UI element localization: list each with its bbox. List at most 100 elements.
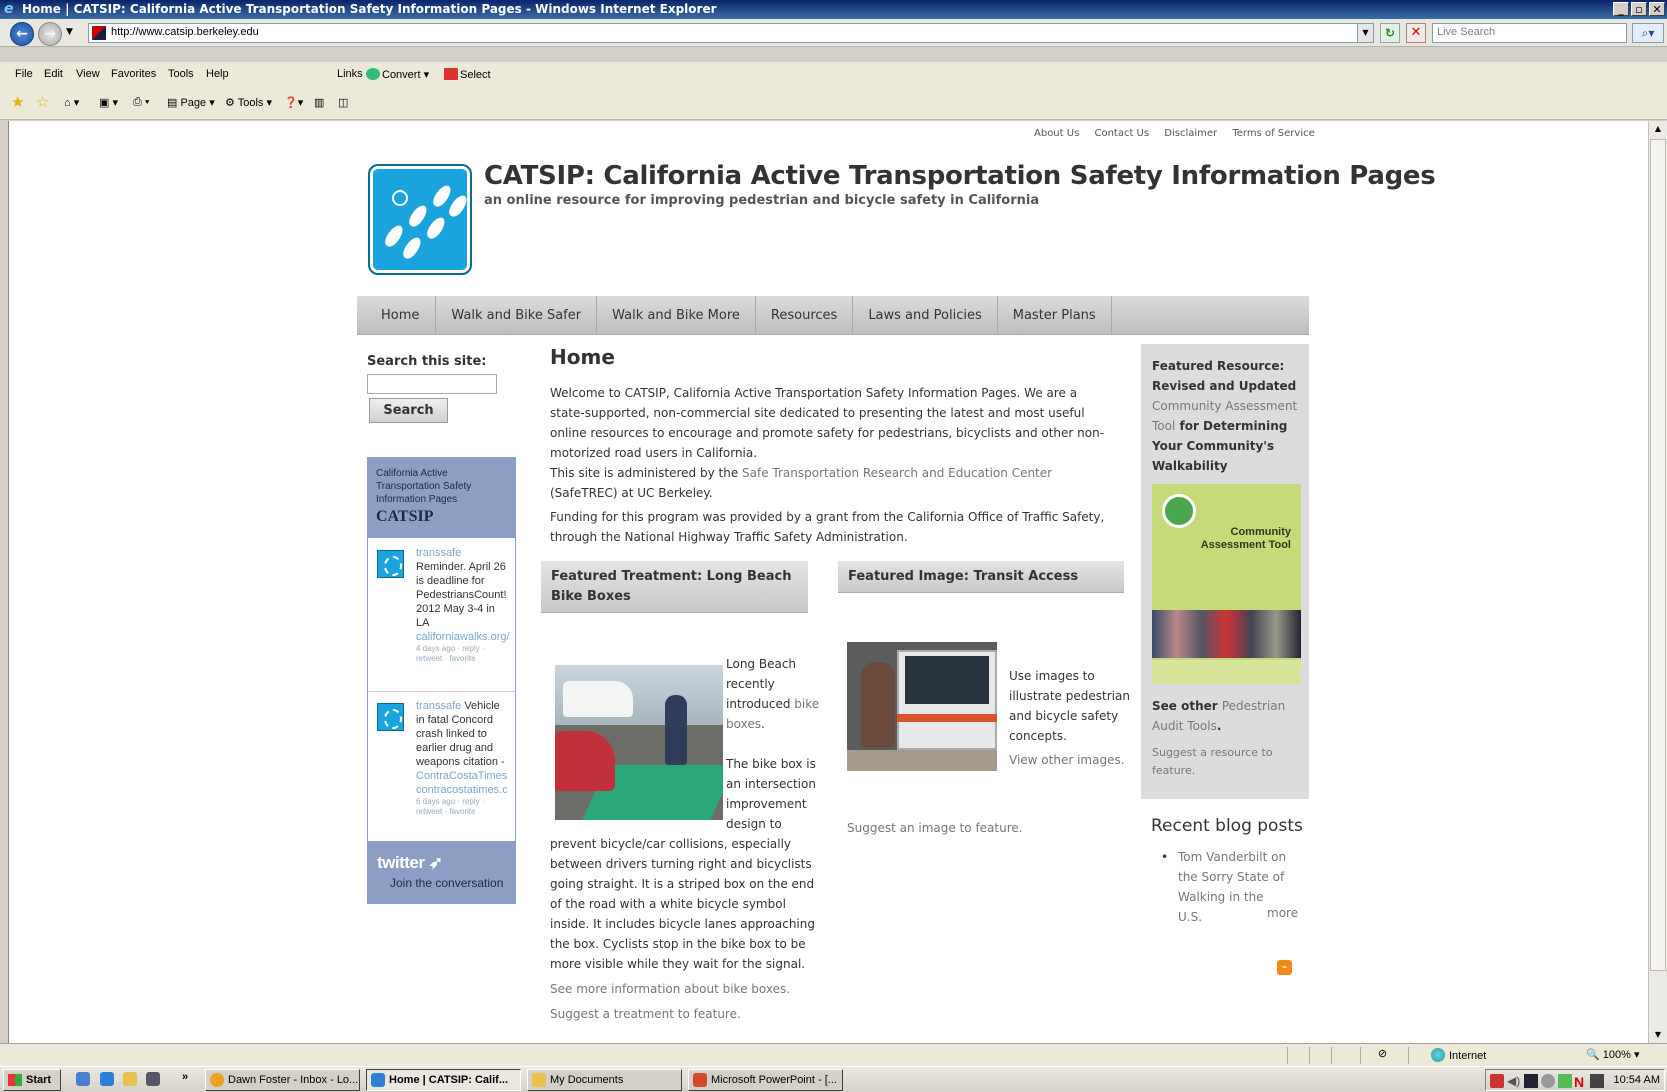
menu-favorites[interactable]: Favorites: [111, 68, 156, 80]
powerpoint-icon: [693, 1073, 707, 1087]
antivirus-icon[interactable]: [1490, 1074, 1504, 1088]
tweet-user-link[interactable]: transsafe: [416, 700, 461, 712]
blog-more-link[interactable]: more: [1267, 906, 1298, 920]
tweet-link-2[interactable]: contracostatimes.c: [416, 783, 511, 797]
task-my-documents[interactable]: My Documents: [527, 1069, 682, 1091]
suggest-resource-link[interactable]: Suggest a resource to feature.: [1152, 744, 1302, 780]
convert-button[interactable]: Convert ▾: [366, 68, 429, 81]
tweet-link[interactable]: californiawalks.org/: [416, 630, 511, 644]
links-label[interactable]: Links: [337, 68, 363, 80]
tweet-user-link[interactable]: transsafe: [416, 546, 511, 560]
restore-button[interactable]: ▫: [1631, 2, 1647, 16]
bullet: •: [1161, 850, 1169, 864]
minimize-button[interactable]: _: [1613, 2, 1629, 16]
nav-resources[interactable]: Resources: [756, 296, 854, 335]
view-other-images-link[interactable]: View other images.: [1009, 750, 1134, 770]
disclaimer-link[interactable]: Disclaimer: [1164, 128, 1217, 139]
quicklaunch-desktop-icon[interactable]: [76, 1072, 90, 1086]
site-search-button[interactable]: Search: [369, 398, 448, 423]
home-icon[interactable]: ⌂ ▾: [64, 96, 79, 109]
transit-access-photo[interactable]: [847, 642, 997, 771]
security-zone[interactable]: Internet: [1431, 1048, 1486, 1062]
bike-box-info-link[interactable]: See more information about bike boxes.: [550, 979, 825, 999]
tray-status-icon[interactable]: [1558, 1074, 1572, 1088]
refresh-button[interactable]: ↻: [1380, 23, 1400, 43]
menu-help[interactable]: Help: [206, 68, 229, 80]
menu-view[interactable]: View: [76, 68, 100, 80]
history-dropdown-icon[interactable]: ▼: [66, 27, 73, 37]
suggest-image-link[interactable]: Suggest an image to feature.: [847, 821, 1023, 835]
help-icon[interactable]: ❓▾: [284, 96, 303, 109]
tray-clock-app-icon[interactable]: [1541, 1074, 1555, 1088]
task-ie-catsip[interactable]: Home | CATSIP: Calif...: [366, 1069, 521, 1091]
toolbar-extra-icon[interactable]: ◫: [338, 96, 348, 109]
back-button[interactable]: ←: [10, 22, 34, 46]
catsip-logo[interactable]: [368, 164, 472, 275]
safetrec-link[interactable]: Safe Transportation Research and Educati…: [742, 466, 1052, 480]
print-icon[interactable]: ⎙ ▾: [133, 96, 149, 109]
close-button[interactable]: ✕: [1649, 2, 1665, 16]
quicklaunch-more-icon[interactable]: »: [182, 1071, 188, 1083]
search-label: Search this site:: [367, 354, 487, 369]
terms-link[interactable]: Terms of Service: [1232, 128, 1314, 139]
nav-home[interactable]: Home: [357, 296, 437, 335]
tweet-meta[interactable]: 4 days ago · reply · retweet · favorite: [416, 644, 511, 664]
twitter-footer[interactable]: twitter ➶ Join the conversation: [368, 841, 515, 903]
nav-laws-and-policies[interactable]: Laws and Policies: [853, 296, 998, 335]
scroll-thumb[interactable]: [1650, 139, 1666, 971]
window-titlebar: e Home | CATSIP: California Active Trans…: [0, 0, 1667, 19]
address-dropdown-icon[interactable]: ▼: [1357, 24, 1373, 42]
join-conversation-link[interactable]: Join the conversation: [390, 876, 503, 890]
quicklaunch-folder-icon[interactable]: [123, 1072, 137, 1086]
address-url[interactable]: http://www.catsip.berkeley.edu: [111, 26, 259, 38]
page-menu[interactable]: ▤ Page ▾: [167, 96, 215, 109]
suggest-treatment-link[interactable]: Suggest a treatment to feature.: [550, 1004, 825, 1024]
volume-icon[interactable]: ◀): [1507, 1074, 1521, 1088]
tray-flag-icon[interactable]: [1590, 1074, 1604, 1088]
magnifier-icon: ⌕▾: [1641, 26, 1655, 40]
taskbar-clock[interactable]: 10:54 AM: [1614, 1074, 1660, 1086]
rss-feed-icon[interactable]: ⌁: [1277, 960, 1292, 975]
nav-master-plans[interactable]: Master Plans: [998, 296, 1112, 335]
popup-blocker-icon[interactable]: ⊘: [1360, 1047, 1404, 1064]
start-button[interactable]: Start: [3, 1069, 61, 1091]
tweet-meta[interactable]: 6 days ago · reply · retweet · favorite: [416, 797, 511, 817]
search-go-button[interactable]: ⌕▾: [1632, 23, 1664, 43]
stop-button[interactable]: ✕: [1406, 23, 1426, 43]
assessment-tool-cover[interactable]: Community Assessment Tool: [1152, 484, 1301, 684]
task-outlook[interactable]: Dawn Foster - Inbox - Lo...: [205, 1069, 360, 1091]
address-bar[interactable]: http://www.catsip.berkeley.edu ▼: [88, 23, 1374, 43]
intro-paragraph: Welcome to CATSIP, California Active Tra…: [550, 386, 1105, 460]
forward-button[interactable]: →: [38, 22, 62, 46]
funding-paragraph: Funding for this program was provided by…: [550, 510, 1105, 544]
tweet-avatar[interactable]: [377, 703, 404, 731]
live-search-input[interactable]: Live Search: [1432, 23, 1627, 43]
tools-menu[interactable]: ⚙ Tools ▾: [225, 96, 272, 109]
nav-walk-and-bike-safer[interactable]: Walk and Bike Safer: [436, 296, 598, 335]
zoom-control[interactable]: 🔍 100% ▾: [1586, 1048, 1639, 1061]
site-search-input[interactable]: [367, 374, 497, 394]
scroll-down-icon[interactable]: ▼: [1649, 1027, 1667, 1043]
select-button[interactable]: Select: [444, 68, 491, 81]
task-powerpoint[interactable]: Microsoft PowerPoint - [...: [688, 1069, 843, 1091]
quicklaunch-ie-icon[interactable]: [100, 1072, 114, 1086]
research-icon[interactable]: ▥: [314, 96, 324, 109]
norton-icon[interactable]: N: [1574, 1074, 1588, 1090]
nav-walk-and-bike-more[interactable]: Walk and Bike More: [597, 296, 756, 335]
menu-file[interactable]: File: [15, 68, 33, 80]
tweet-avatar[interactable]: [377, 550, 404, 578]
top-links: About Us Contact Us Disclaimer Terms of …: [1022, 128, 1315, 139]
about-us-link[interactable]: About Us: [1034, 128, 1079, 139]
tweet-link[interactable]: ContraCostaTimes: [416, 769, 511, 783]
quicklaunch-computer-icon[interactable]: [146, 1072, 160, 1086]
menu-tools[interactable]: Tools: [168, 68, 194, 80]
add-favorites-icon[interactable]: ☆: [36, 93, 49, 111]
vertical-scrollbar[interactable]: ▲ ▼: [1648, 121, 1667, 1043]
contact-us-link[interactable]: Contact Us: [1094, 128, 1149, 139]
menu-edit[interactable]: Edit: [44, 68, 63, 80]
favorites-star-icon[interactable]: ★: [11, 93, 24, 111]
feeds-icon[interactable]: ▣ ▾: [99, 96, 118, 109]
scroll-up-icon[interactable]: ▲: [1649, 121, 1667, 137]
task-label: Home | CATSIP: Calif...: [389, 1074, 508, 1086]
network-icon[interactable]: [1524, 1074, 1538, 1088]
